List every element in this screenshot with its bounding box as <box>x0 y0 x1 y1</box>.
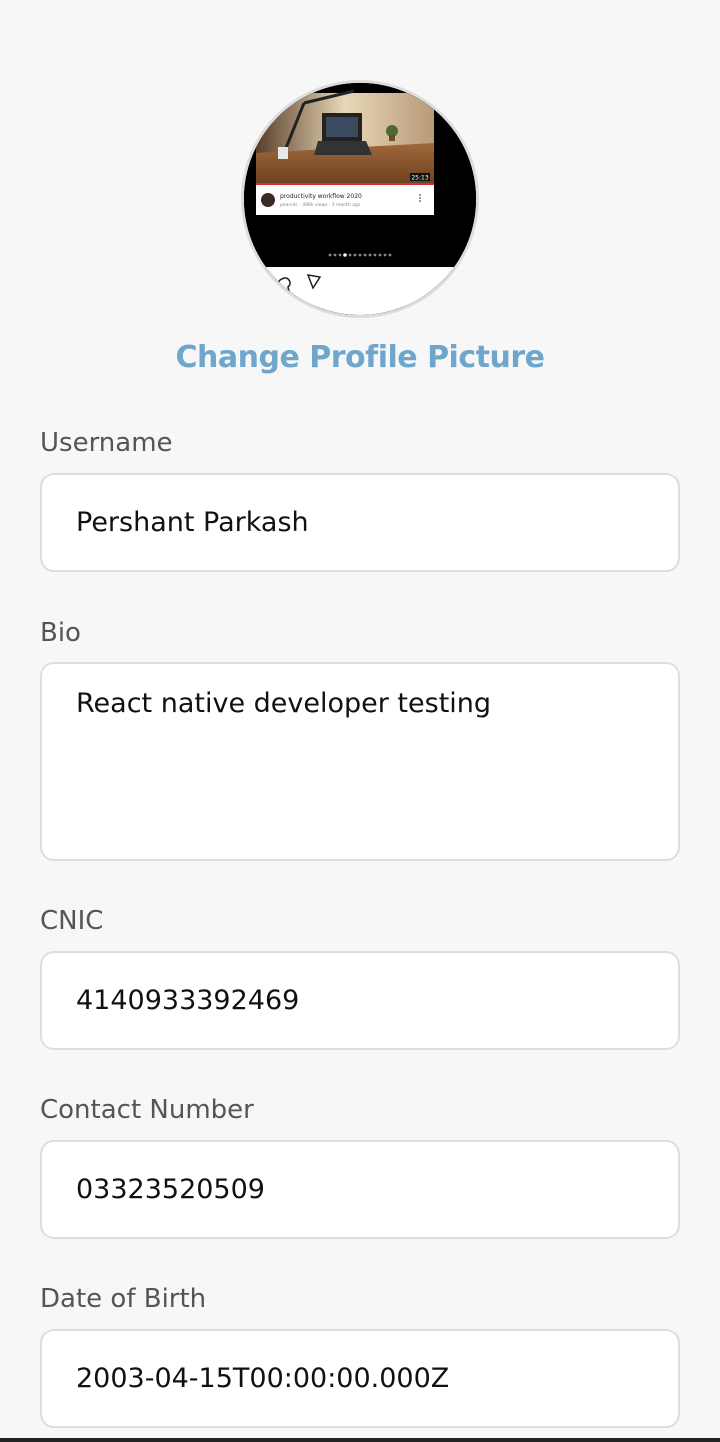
photo-caption-meta: pearsdc · 498k views · 1 month ago <box>280 202 361 208</box>
cnic-value: 4140933392469 <box>76 985 300 1016</box>
date-of-birth-label: Date of Birth <box>40 1284 207 1314</box>
bio-textarea[interactable]: React native developer testing <box>40 662 680 861</box>
cnic-label: CNIC <box>40 906 104 936</box>
bio-value: React native developer testing <box>76 688 492 719</box>
bio-label: Bio <box>40 618 81 648</box>
profile-picture[interactable]: 25:13 productivity workflow 2020 pearsdc… <box>241 80 479 318</box>
photo-timestamp: 25:13 <box>411 175 428 182</box>
contact-number-value: 03323520509 <box>76 1174 265 1205</box>
contact-number-label: Contact Number <box>40 1095 254 1125</box>
profile-picture-image: 25:13 productivity workflow 2020 pearsdc… <box>244 83 476 315</box>
username-label: Username <box>40 428 173 458</box>
contact-number-input[interactable]: 03323520509 <box>40 1140 680 1239</box>
username-value: Pershant Parkash <box>76 507 309 538</box>
bottom-edge-divider <box>0 1438 720 1442</box>
date-of-birth-input[interactable]: 2003-04-15T00:00:00.000Z <box>40 1329 680 1428</box>
cnic-input[interactable]: 4140933392469 <box>40 951 680 1050</box>
photo-caption-title: productivity workflow 2020 <box>280 193 362 200</box>
username-input[interactable]: Pershant Parkash <box>40 473 680 572</box>
change-profile-picture-link[interactable]: Change Profile Picture <box>0 340 720 375</box>
date-of-birth-value: 2003-04-15T00:00:00.000Z <box>76 1363 450 1394</box>
